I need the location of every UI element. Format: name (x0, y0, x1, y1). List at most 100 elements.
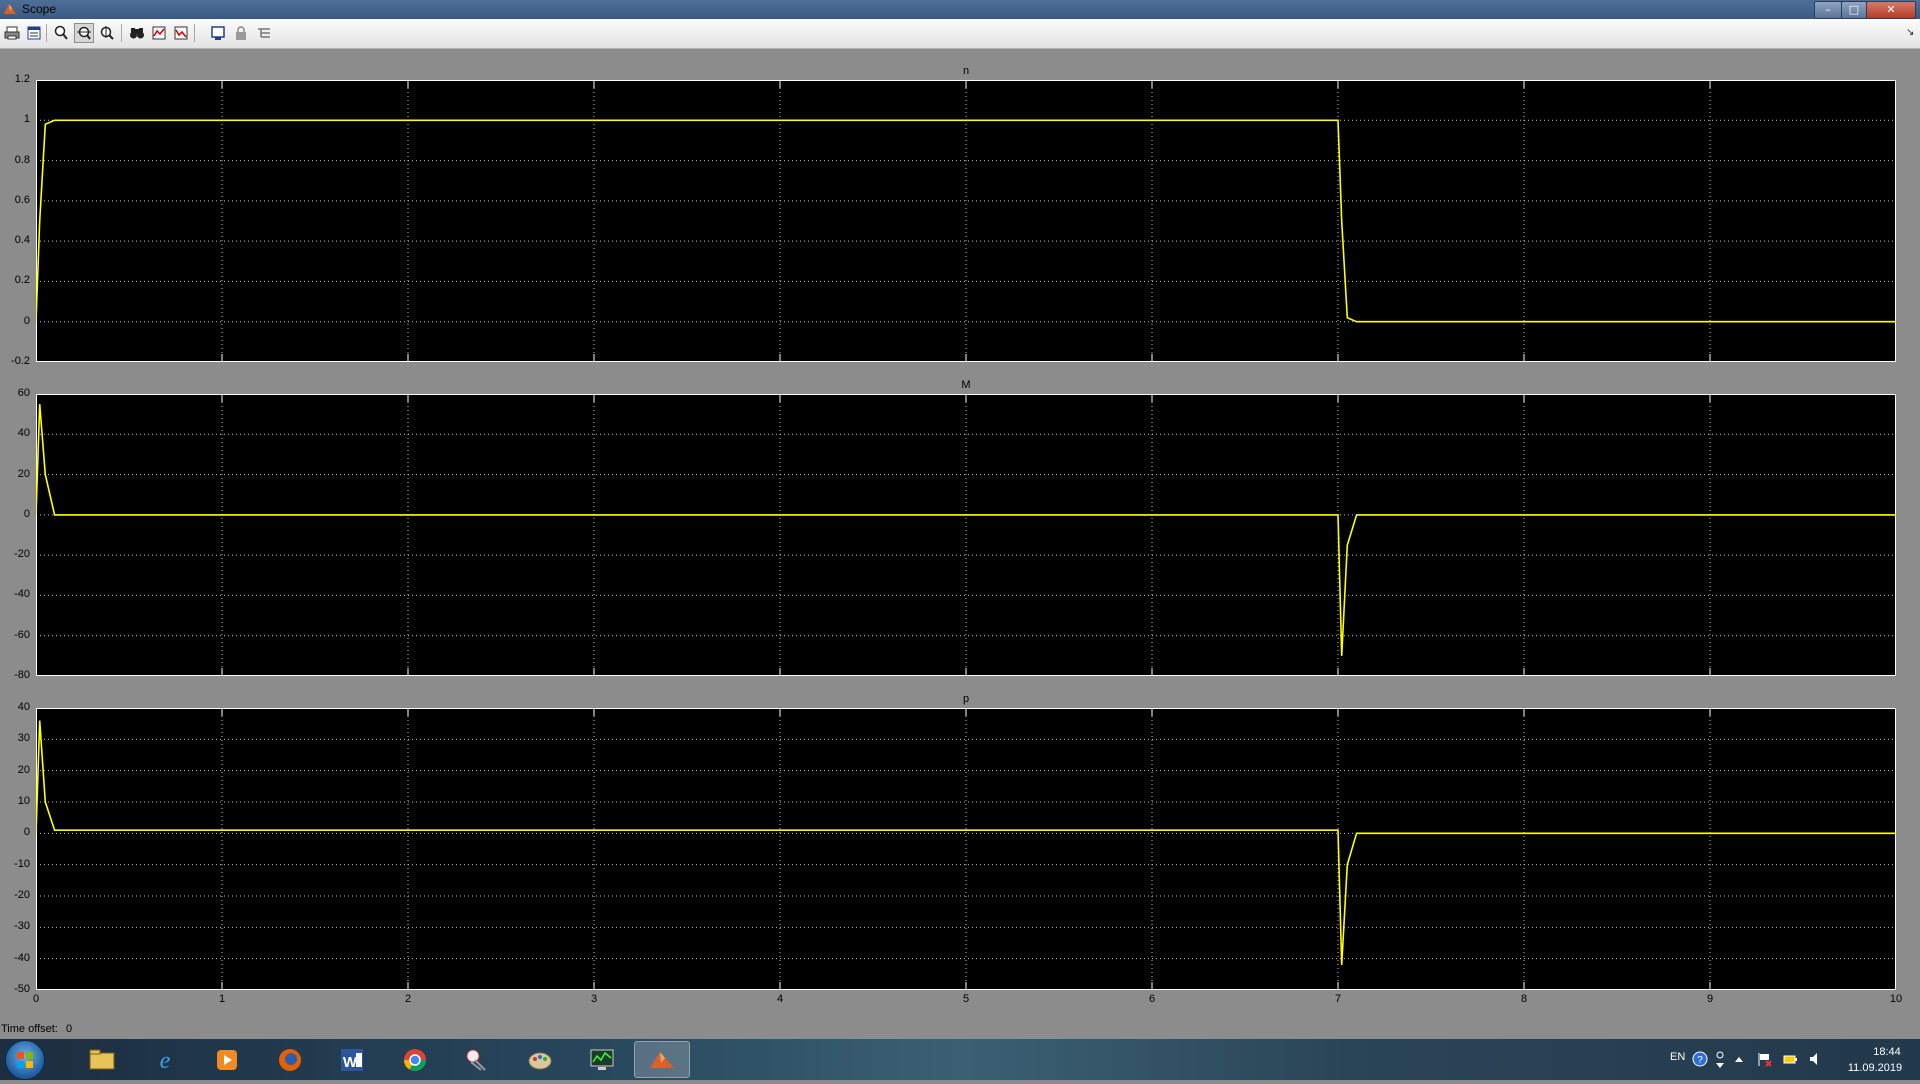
word-icon: W (341, 1048, 363, 1071)
windows-logo-icon (17, 1052, 33, 1068)
matlab-app-icon (4, 4, 16, 14)
clock-time[interactable]: 18:44 (1857, 1046, 1917, 1058)
keyboard-options-icon[interactable] (1714, 1049, 1726, 1069)
x-tick-label: 6 (1148, 993, 1156, 1005)
taskbar: e W EN ? 18:44 11.09.2019 (0, 1039, 1920, 1080)
scope-figure: n 1.2 1 0.8 0.6 0.4 0.2 0 -0.2 M 60 40 20 0 -20 -40 -60-… (0, 49, 1920, 1039)
zoom-y-icon[interactable] (97, 23, 117, 43)
autoscale-icon[interactable] (127, 23, 147, 43)
matlab-icon (650, 1051, 674, 1068)
y-tick-label: -20 (14, 548, 30, 561)
signal-trace-0 (36, 119, 1896, 323)
signal-selector-icon[interactable] (254, 23, 274, 43)
plot-axes-2[interactable] (36, 708, 1896, 990)
plot-title-1: M (961, 379, 971, 391)
lock-axes-icon[interactable] (231, 23, 251, 43)
x-tick-label: 10 (1889, 993, 1903, 1005)
close-button[interactable]: ✕ (1866, 1, 1916, 19)
axes-border (36, 80, 1896, 362)
plot-axes-0[interactable] (36, 80, 1896, 362)
taskbar-app-internet-explorer[interactable]: e (137, 1041, 193, 1078)
y-tick-label: 40 (17, 427, 30, 440)
minimize-button[interactable]: – (1814, 1, 1842, 19)
y-tick-label: 10 (17, 795, 30, 807)
x-tick-label: 5 (962, 993, 970, 1005)
svg-text:?: ? (1697, 1055, 1703, 1066)
x-tick-label: 3 (590, 993, 598, 1005)
x-tick-label: 2 (404, 993, 412, 1005)
y-tick-label: 1 (23, 113, 30, 126)
restore-axes-icon[interactable] (171, 23, 191, 43)
axes-border (36, 394, 1896, 676)
x-tick-label: 7 (1334, 993, 1342, 1005)
maximize-button[interactable]: □ (1841, 1, 1867, 19)
y-tick-label: 30 (17, 732, 30, 745)
y-tick-label: -0.2 (11, 355, 30, 367)
zoom-x-icon[interactable] (74, 23, 94, 43)
chrome-icon (404, 1048, 426, 1071)
taskbar-app-paint[interactable] (512, 1041, 568, 1078)
svg-text:W: W (343, 1054, 358, 1071)
svg-text:e: e (160, 1048, 171, 1074)
y-tick-label: 0 (23, 507, 30, 520)
language-indicator[interactable]: EN (1670, 1051, 1685, 1063)
y-tick-label: 0 (23, 826, 30, 839)
zoom-icon[interactable] (51, 23, 71, 43)
print-icon[interactable] (2, 23, 22, 43)
power-icon[interactable] (1782, 1051, 1798, 1067)
paint-icon (528, 1052, 552, 1069)
file-explorer-icon (89, 1049, 115, 1069)
media-player-icon (217, 1049, 237, 1070)
toolbar-overflow-icon[interactable]: ↘ (1906, 27, 1914, 38)
time-offset-value: 0 (66, 1023, 73, 1035)
window-title: Scope (22, 2, 57, 16)
y-tick-label: 1.2 (14, 73, 30, 85)
task-manager-icon (590, 1049, 614, 1070)
x-tick-label: 8 (1520, 993, 1528, 1005)
time-offset-label: Time offset: (1, 1023, 58, 1035)
clock-date[interactable]: 11.09.2019 (1835, 1062, 1915, 1074)
x-tick-label: 4 (776, 993, 784, 1005)
taskbar-app-matlab[interactable] (634, 1041, 690, 1078)
volume-icon[interactable] (1808, 1051, 1824, 1067)
taskbar-app-file-explorer[interactable] (74, 1041, 130, 1078)
y-tick-label: -20 (14, 889, 30, 901)
plot-title-0: n (962, 65, 970, 77)
taskbar-app-chrome[interactable] (387, 1041, 443, 1078)
axes-border (36, 708, 1896, 990)
taskbar-app-task-manager[interactable] (574, 1041, 630, 1078)
plot-title-2: p (962, 693, 970, 705)
y-tick-label: -10 (14, 857, 30, 870)
save-axes-icon[interactable] (149, 23, 169, 43)
show-hidden-icons[interactable] (1734, 1055, 1744, 1063)
help-icon[interactable]: ? (1692, 1051, 1708, 1067)
start-button[interactable] (5, 1040, 45, 1080)
y-tick-label: -80 (14, 669, 30, 681)
y-tick-label: 0.4 (14, 234, 30, 247)
y-tick-label: 20 (17, 763, 30, 776)
title-bar: Scope – □ ✕ (0, 0, 1920, 19)
y-tick-label: 0.2 (14, 274, 30, 287)
y-tick-label: -60 (14, 628, 30, 641)
y-tick-label: -30 (14, 920, 30, 933)
y-tick-label: 0.6 (14, 193, 30, 206)
x-tick-label: 0 (32, 993, 40, 1005)
y-tick-label: 0 (23, 314, 30, 327)
taskbar-app-firefox[interactable] (262, 1041, 318, 1078)
floating-scope-icon[interactable] (208, 23, 228, 43)
firefox-icon (279, 1048, 301, 1071)
taskbar-app-media-player[interactable] (199, 1041, 255, 1078)
plot-axes-1[interactable] (36, 394, 1896, 676)
taskbar-app-snipping-tool[interactable] (449, 1041, 505, 1078)
internet-explorer-icon: e (160, 1048, 171, 1074)
parameters-icon[interactable] (24, 23, 44, 43)
action-center-flag-icon[interactable] (1756, 1051, 1772, 1067)
snipping-tool-icon (466, 1049, 486, 1071)
y-tick-label: -40 (14, 951, 30, 964)
y-tick-label: 60 (17, 387, 30, 399)
x-tick-label: 9 (1706, 993, 1714, 1005)
y-tick-label: -40 (14, 588, 30, 601)
x-tick-label: 1 (218, 993, 226, 1005)
taskbar-app-word[interactable]: W (324, 1041, 380, 1078)
y-tick-label: 0.8 (14, 153, 30, 166)
